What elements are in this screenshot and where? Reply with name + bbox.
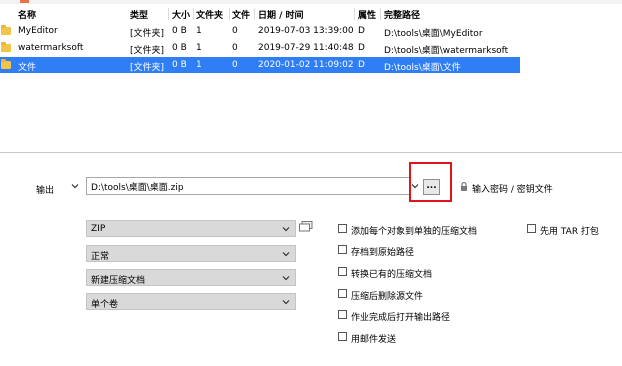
column-files[interactable]: 文件 [232, 8, 250, 21]
row-size: 0 B [172, 43, 187, 53]
compression-level-value: 正常 [91, 252, 110, 262]
folder-icon [1, 59, 11, 69]
row-name: 文件 [18, 63, 37, 73]
row-type: [文件夹] [130, 63, 165, 73]
chevron-down-icon[interactable] [71, 182, 79, 190]
row-attributes: D [358, 43, 365, 53]
split-volume-select[interactable]: 单个卷 [86, 293, 296, 310]
checkbox-label: 先用 TAR 打包 [540, 227, 599, 237]
row-date: 2019-07-29 11:40:48 [258, 43, 354, 53]
row-files: 0 [232, 26, 238, 36]
checkbox-label: 存档到原始路径 [351, 248, 415, 258]
column-separator[interactable] [354, 8, 355, 20]
row-name: watermarksoft [18, 43, 84, 53]
row-size: 0 B [172, 60, 187, 70]
folder-icon [1, 42, 11, 52]
checkbox-label: 添加每个对象到单独的压缩文档 [351, 227, 478, 237]
format-select[interactable]: ZIP [86, 220, 296, 237]
table-row[interactable]: MyEditor [文件夹] 0 B 1 0 2019-07-03 13:39:… [0, 23, 520, 39]
row-name: MyEditor [18, 26, 58, 36]
column-path[interactable]: 完整路径 [384, 8, 420, 21]
row-path: D:\tools\桌面\watermarksoft [384, 46, 509, 56]
folder-icon [1, 25, 11, 35]
chevron-down-icon [282, 300, 290, 305]
row-folders: 1 [196, 60, 202, 70]
update-mode-value: 新建压缩文档 [91, 276, 146, 286]
checkbox-box[interactable] [338, 332, 347, 341]
highlight-box [409, 162, 452, 202]
row-path: D:\tools\桌面\文件 [384, 63, 461, 73]
checkbox-box[interactable] [338, 224, 347, 233]
app-accent [20, 0, 29, 3]
column-separator[interactable] [229, 8, 230, 20]
checkbox-box[interactable] [338, 310, 347, 319]
lock-icon[interactable] [460, 182, 468, 191]
table-row-selected[interactable]: 文件 [文件夹] 0 B 1 0 2020-01-02 11:09:02 D D… [0, 57, 520, 73]
row-files: 0 [232, 43, 238, 53]
column-separator[interactable] [254, 8, 255, 20]
password-button[interactable]: 输入密码 / 密钥文件 [472, 182, 553, 195]
split-volume-value: 单个卷 [91, 300, 119, 310]
checkbox-box[interactable] [527, 224, 536, 233]
row-size: 0 B [172, 26, 187, 36]
pane-splitter[interactable] [0, 152, 622, 153]
table-row[interactable]: watermarksoft [文件夹] 0 B 1 0 2019-07-29 1… [0, 40, 520, 56]
chevron-down-icon [282, 276, 290, 281]
checkbox-label: 压缩后删除源文件 [351, 292, 424, 302]
compression-level-select[interactable]: 正常 [86, 245, 296, 262]
row-type: [文件夹] [130, 46, 165, 56]
checkbox-label: 转换已有的压缩文档 [351, 270, 433, 280]
row-files: 0 [232, 60, 238, 70]
window-top-strip [0, 0, 622, 4]
file-list-header: 名称 类型 大小 文件夹 文件 日期 / 时间 属性 完整路径 [0, 6, 622, 21]
row-attributes: D [358, 60, 365, 70]
checkbox-label: 用邮件发送 [351, 335, 397, 345]
output-path-input[interactable] [86, 177, 410, 195]
file-list: 名称 类型 大小 文件夹 文件 日期 / 时间 属性 完整路径 MyEditor… [0, 6, 622, 76]
chevron-down-icon [282, 227, 290, 232]
column-type[interactable]: 类型 [130, 8, 148, 21]
column-name[interactable]: 名称 [18, 8, 36, 21]
column-separator[interactable] [380, 8, 381, 20]
update-mode-select[interactable]: 新建压缩文档 [86, 269, 296, 286]
checkbox-box[interactable] [338, 289, 347, 298]
row-type: [文件夹] [130, 29, 165, 39]
column-size[interactable]: 大小 [172, 8, 190, 21]
format-select-value: ZIP [91, 224, 106, 234]
checkbox-box[interactable] [338, 267, 347, 276]
column-separator[interactable] [168, 8, 169, 20]
checkbox-box[interactable] [338, 245, 347, 254]
column-separator[interactable] [193, 8, 194, 20]
row-date: 2019-07-03 13:39:00 [258, 26, 354, 36]
row-date: 2020-01-02 11:09:02 [258, 60, 354, 70]
row-path: D:\tools\桌面\MyEditor [384, 29, 483, 39]
output-label: 输出 [36, 186, 55, 196]
row-folders: 1 [196, 43, 202, 53]
row-folders: 1 [196, 26, 202, 36]
format-options-icon[interactable] [299, 221, 313, 232]
checkbox-label: 作业完成后打开输出路径 [351, 313, 451, 323]
chevron-down-icon [282, 252, 290, 257]
column-folders[interactable]: 文件夹 [196, 8, 223, 21]
column-attributes[interactable]: 属性 [358, 8, 376, 21]
column-date[interactable]: 日期 / 时间 [258, 8, 304, 21]
row-attributes: D [358, 26, 365, 36]
